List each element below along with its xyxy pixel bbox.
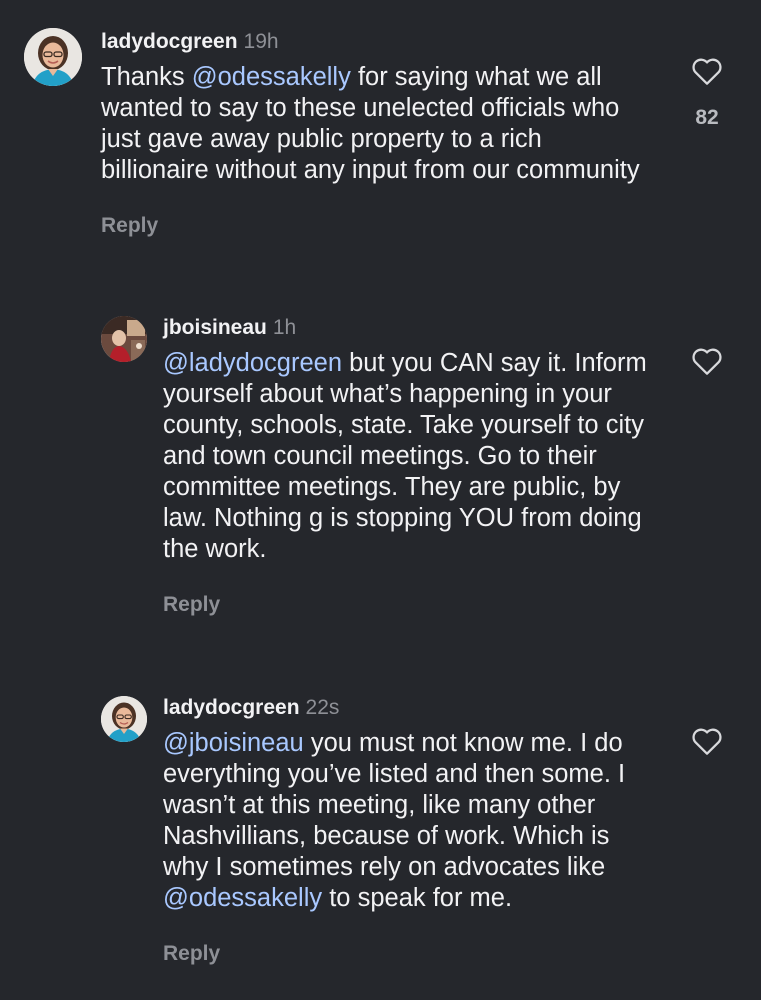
comment-body: ladydocgreen 22s @jboisineau you must not… [163,694,653,966]
comment-header: jboisineau 1h [163,314,653,342]
comment-3: ladydocgreen 22s @jboisineau you must not… [0,670,761,1000]
comment-text-after: but you CAN say it. Inform yourself abou… [163,349,647,563]
avatar-ladydocgreen[interactable] [101,696,147,742]
heart-outline-icon[interactable] [691,346,723,376]
comment-body: jboisineau 1h @ladydocgreen but you CAN s… [163,314,653,617]
avatar-jboisineau-image [101,316,147,362]
comment-1: ladydocgreen 19h Thanks @odessakelly for … [0,0,761,290]
comment-header: ladydocgreen 22s [163,694,653,722]
heart-outline-icon[interactable] [691,56,723,86]
avatar-ladydocgreen[interactable] [24,28,82,86]
username-link[interactable]: ladydocgreen [101,30,238,53]
reply-button[interactable]: Reply [163,942,220,966]
comment-body: ladydocgreen 19h Thanks @odessakelly for … [101,28,653,238]
reply-button[interactable]: Reply [163,593,220,617]
timestamp: 19h [243,30,279,53]
avatar-jboisineau[interactable] [101,316,147,362]
like-control [691,346,723,376]
avatar-ladydocgreen-image [24,28,82,86]
reply-button[interactable]: Reply [101,214,158,238]
timestamp: 1h [272,316,297,339]
comment-text: @jboisineau you must not know me. I do e… [163,728,653,914]
mention-link[interactable]: @odessakelly [163,884,322,912]
mention-link[interactable]: @odessakelly [192,63,351,91]
username-link[interactable]: ladydocgreen [163,696,300,719]
comment-text-before: Thanks [101,63,192,91]
mention-link[interactable]: @ladydocgreen [163,349,342,377]
like-control: 82 [691,56,723,130]
comment-text-after: to speak for me. [322,884,513,912]
heart-outline-icon[interactable] [691,726,723,756]
mention-link[interactable]: @jboisineau [163,729,304,757]
comment-text: @ladydocgreen but you CAN say it. Inform… [163,348,653,565]
avatar-ladydocgreen-image [101,696,147,742]
comment-2: jboisineau 1h @ladydocgreen but you CAN s… [0,290,761,670]
like-control [691,726,723,756]
comment-header: ladydocgreen 19h [101,28,653,56]
timestamp: 22s [305,696,340,719]
comment-text: Thanks @odessakelly for saying what we a… [101,62,653,186]
like-count: 82 [695,106,719,129]
username-link[interactable]: jboisineau [163,316,267,339]
